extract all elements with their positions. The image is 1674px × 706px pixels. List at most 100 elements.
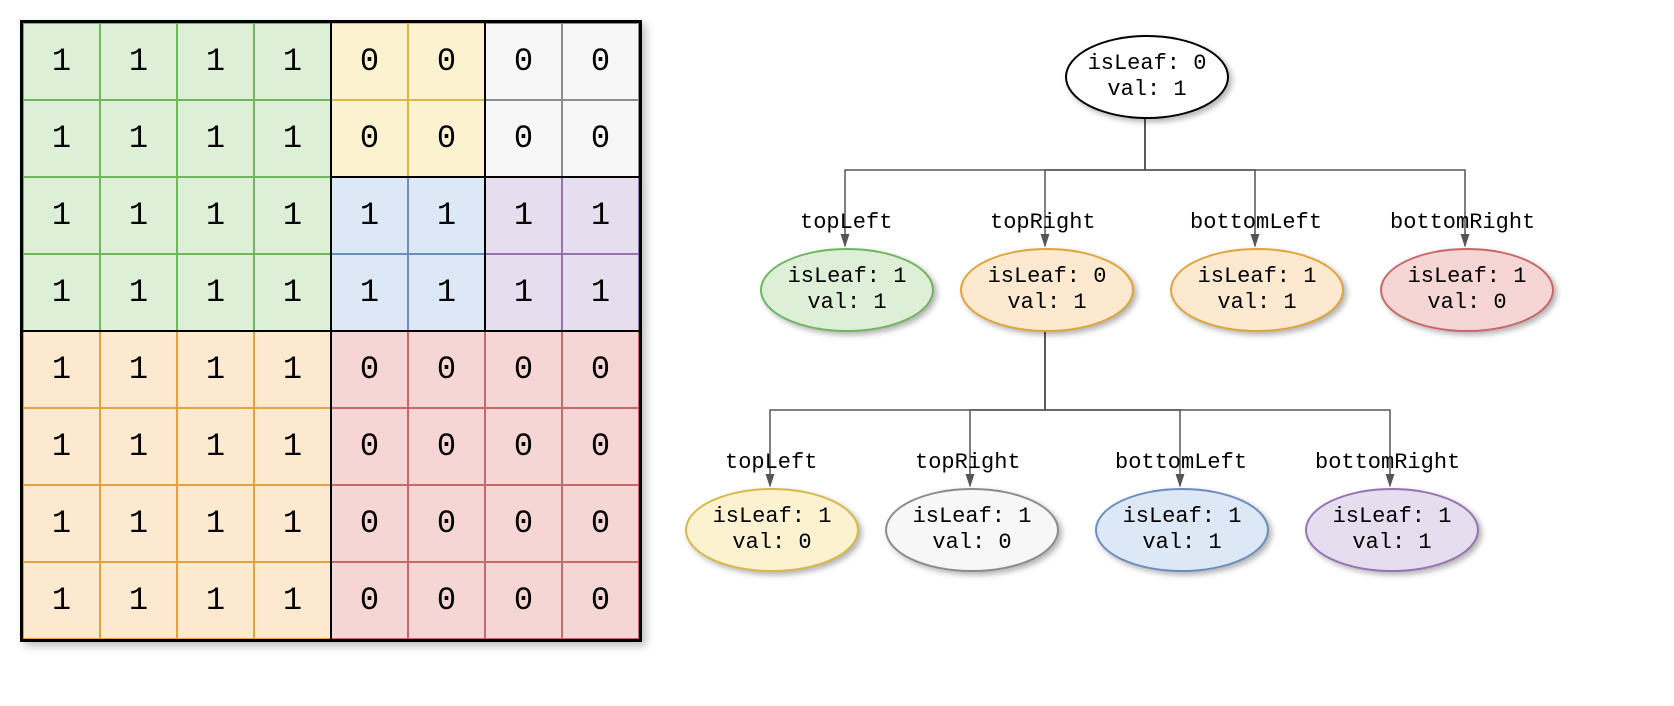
grid-cell: 1 — [177, 100, 254, 177]
grid-cell: 1 — [100, 100, 177, 177]
grid-cell: 1 — [23, 331, 100, 408]
grid-cell: 0 — [331, 485, 408, 562]
edge-label-topleft-l1: topLeft — [800, 210, 892, 235]
grid-cell: 1 — [177, 177, 254, 254]
grid-cell: 1 — [254, 100, 331, 177]
grid-8x8: 0000111100001111000011110000111111111111… — [20, 20, 642, 642]
grid-cell: 1 — [23, 100, 100, 177]
tree-node-l2-bottomleft: isLeaf: 1 val: 1 — [1095, 488, 1269, 572]
tree-node-l2-topleft: isLeaf: 1 val: 0 — [685, 488, 859, 572]
grid-cell: 1 — [331, 254, 408, 331]
grid-cell: 1 — [100, 23, 177, 100]
grid-cell: 1 — [100, 254, 177, 331]
grid-cell: 1 — [254, 331, 331, 408]
node-val: val: 0 — [732, 530, 811, 556]
grid-cell: 0 — [485, 408, 562, 485]
quadtree-diagram: isLeaf: 0 val: 1 topLeft topRight bottom… — [670, 0, 1674, 706]
node-isleaf: isLeaf: 0 — [988, 264, 1107, 290]
grid-cell: 0 — [408, 562, 485, 639]
grid-cell: 1 — [177, 331, 254, 408]
grid-cell: 0 — [408, 485, 485, 562]
grid-cell: 0 — [331, 408, 408, 485]
grid-cell: 0 — [485, 562, 562, 639]
node-isleaf: isLeaf: 1 — [1198, 264, 1317, 290]
node-val: val: 1 — [1217, 290, 1296, 316]
grid-cell: 1 — [177, 562, 254, 639]
grid-cell: 1 — [100, 408, 177, 485]
tree-node-l1-topright: isLeaf: 0 val: 1 — [960, 248, 1134, 332]
grid-cell: 1 — [485, 177, 562, 254]
node-isleaf: isLeaf: 1 — [788, 264, 907, 290]
grid-cell: 1 — [23, 177, 100, 254]
node-val: val: 1 — [1142, 530, 1221, 556]
grid-cell: 1 — [23, 254, 100, 331]
tree-node-l2-topright: isLeaf: 1 val: 0 — [885, 488, 1059, 572]
grid-cell: 0 — [562, 331, 639, 408]
grid-cell: 0 — [485, 100, 562, 177]
edge-label-topleft-l2: topLeft — [725, 450, 817, 475]
grid-cell: 1 — [408, 254, 485, 331]
node-isleaf: isLeaf: 1 — [713, 504, 832, 530]
grid-cell: 0 — [408, 331, 485, 408]
grid-cell: 1 — [23, 23, 100, 100]
grid-cell: 1 — [100, 485, 177, 562]
grid-cell: 1 — [331, 177, 408, 254]
tree-node-root: isLeaf: 0 val: 1 — [1065, 35, 1229, 119]
node-val: val: 0 — [932, 530, 1011, 556]
grid-cell: 1 — [100, 331, 177, 408]
node-isleaf: isLeaf: 1 — [1408, 264, 1527, 290]
grid-cell: 0 — [331, 562, 408, 639]
grid-cell: 0 — [485, 485, 562, 562]
grid-cell: 1 — [177, 254, 254, 331]
grid-cell: 1 — [485, 254, 562, 331]
tree-node-l1-topleft: isLeaf: 1 val: 1 — [760, 248, 934, 332]
grid-cell: 0 — [562, 562, 639, 639]
node-isleaf: isLeaf: 1 — [1123, 504, 1242, 530]
grid-cell: 0 — [331, 331, 408, 408]
grid-cell: 0 — [562, 100, 639, 177]
node-isleaf: isLeaf: 1 — [913, 504, 1032, 530]
grid-cell: 1 — [254, 562, 331, 639]
node-val: val: 0 — [1427, 290, 1506, 316]
grid-cell: 0 — [562, 23, 639, 100]
grid-cell: 1 — [100, 562, 177, 639]
grid-cell: 1 — [177, 23, 254, 100]
grid-cell: 0 — [562, 485, 639, 562]
grid-cell: 0 — [408, 23, 485, 100]
grid-cell: 1 — [408, 177, 485, 254]
node-val: val: 1 — [1352, 530, 1431, 556]
grid-cell: 1 — [177, 485, 254, 562]
tree-node-l1-bottomright: isLeaf: 1 val: 0 — [1380, 248, 1554, 332]
grid-cell: 1 — [177, 408, 254, 485]
grid-cell: 0 — [485, 331, 562, 408]
grid-cell: 0 — [331, 100, 408, 177]
edge-label-topright-l1: topRight — [990, 210, 1096, 235]
grid-cell: 1 — [562, 254, 639, 331]
edge-label-bottomright-l2: bottomRight — [1315, 450, 1460, 475]
grid-cell: 1 — [254, 23, 331, 100]
grid-divider-horizontal — [23, 330, 639, 332]
grid-cell: 1 — [23, 562, 100, 639]
grid-cell: 0 — [562, 408, 639, 485]
node-val: val: 1 — [1107, 77, 1186, 103]
grid-cell: 1 — [254, 408, 331, 485]
tree-node-l1-bottomleft: isLeaf: 1 val: 1 — [1170, 248, 1344, 332]
grid-cell: 1 — [254, 177, 331, 254]
grid-cell: 1 — [100, 177, 177, 254]
grid-cell: 0 — [485, 23, 562, 100]
node-val: val: 1 — [1007, 290, 1086, 316]
grid-cell: 1 — [562, 177, 639, 254]
grid-cell: 1 — [254, 485, 331, 562]
edge-label-bottomleft-l1: bottomLeft — [1190, 210, 1322, 235]
grid-cell: 1 — [23, 408, 100, 485]
grid-tr-subdivider-horizontal — [331, 176, 639, 178]
node-isleaf: isLeaf: 0 — [1088, 51, 1207, 77]
edge-label-bottomleft-l2: bottomLeft — [1115, 450, 1247, 475]
node-val: val: 1 — [807, 290, 886, 316]
grid-cell: 0 — [408, 100, 485, 177]
grid-cell: 0 — [408, 408, 485, 485]
grid-cell: 0 — [331, 23, 408, 100]
tree-node-l2-bottomright: isLeaf: 1 val: 1 — [1305, 488, 1479, 572]
edge-label-bottomright-l1: bottomRight — [1390, 210, 1535, 235]
edge-label-topright-l2: topRight — [915, 450, 1021, 475]
